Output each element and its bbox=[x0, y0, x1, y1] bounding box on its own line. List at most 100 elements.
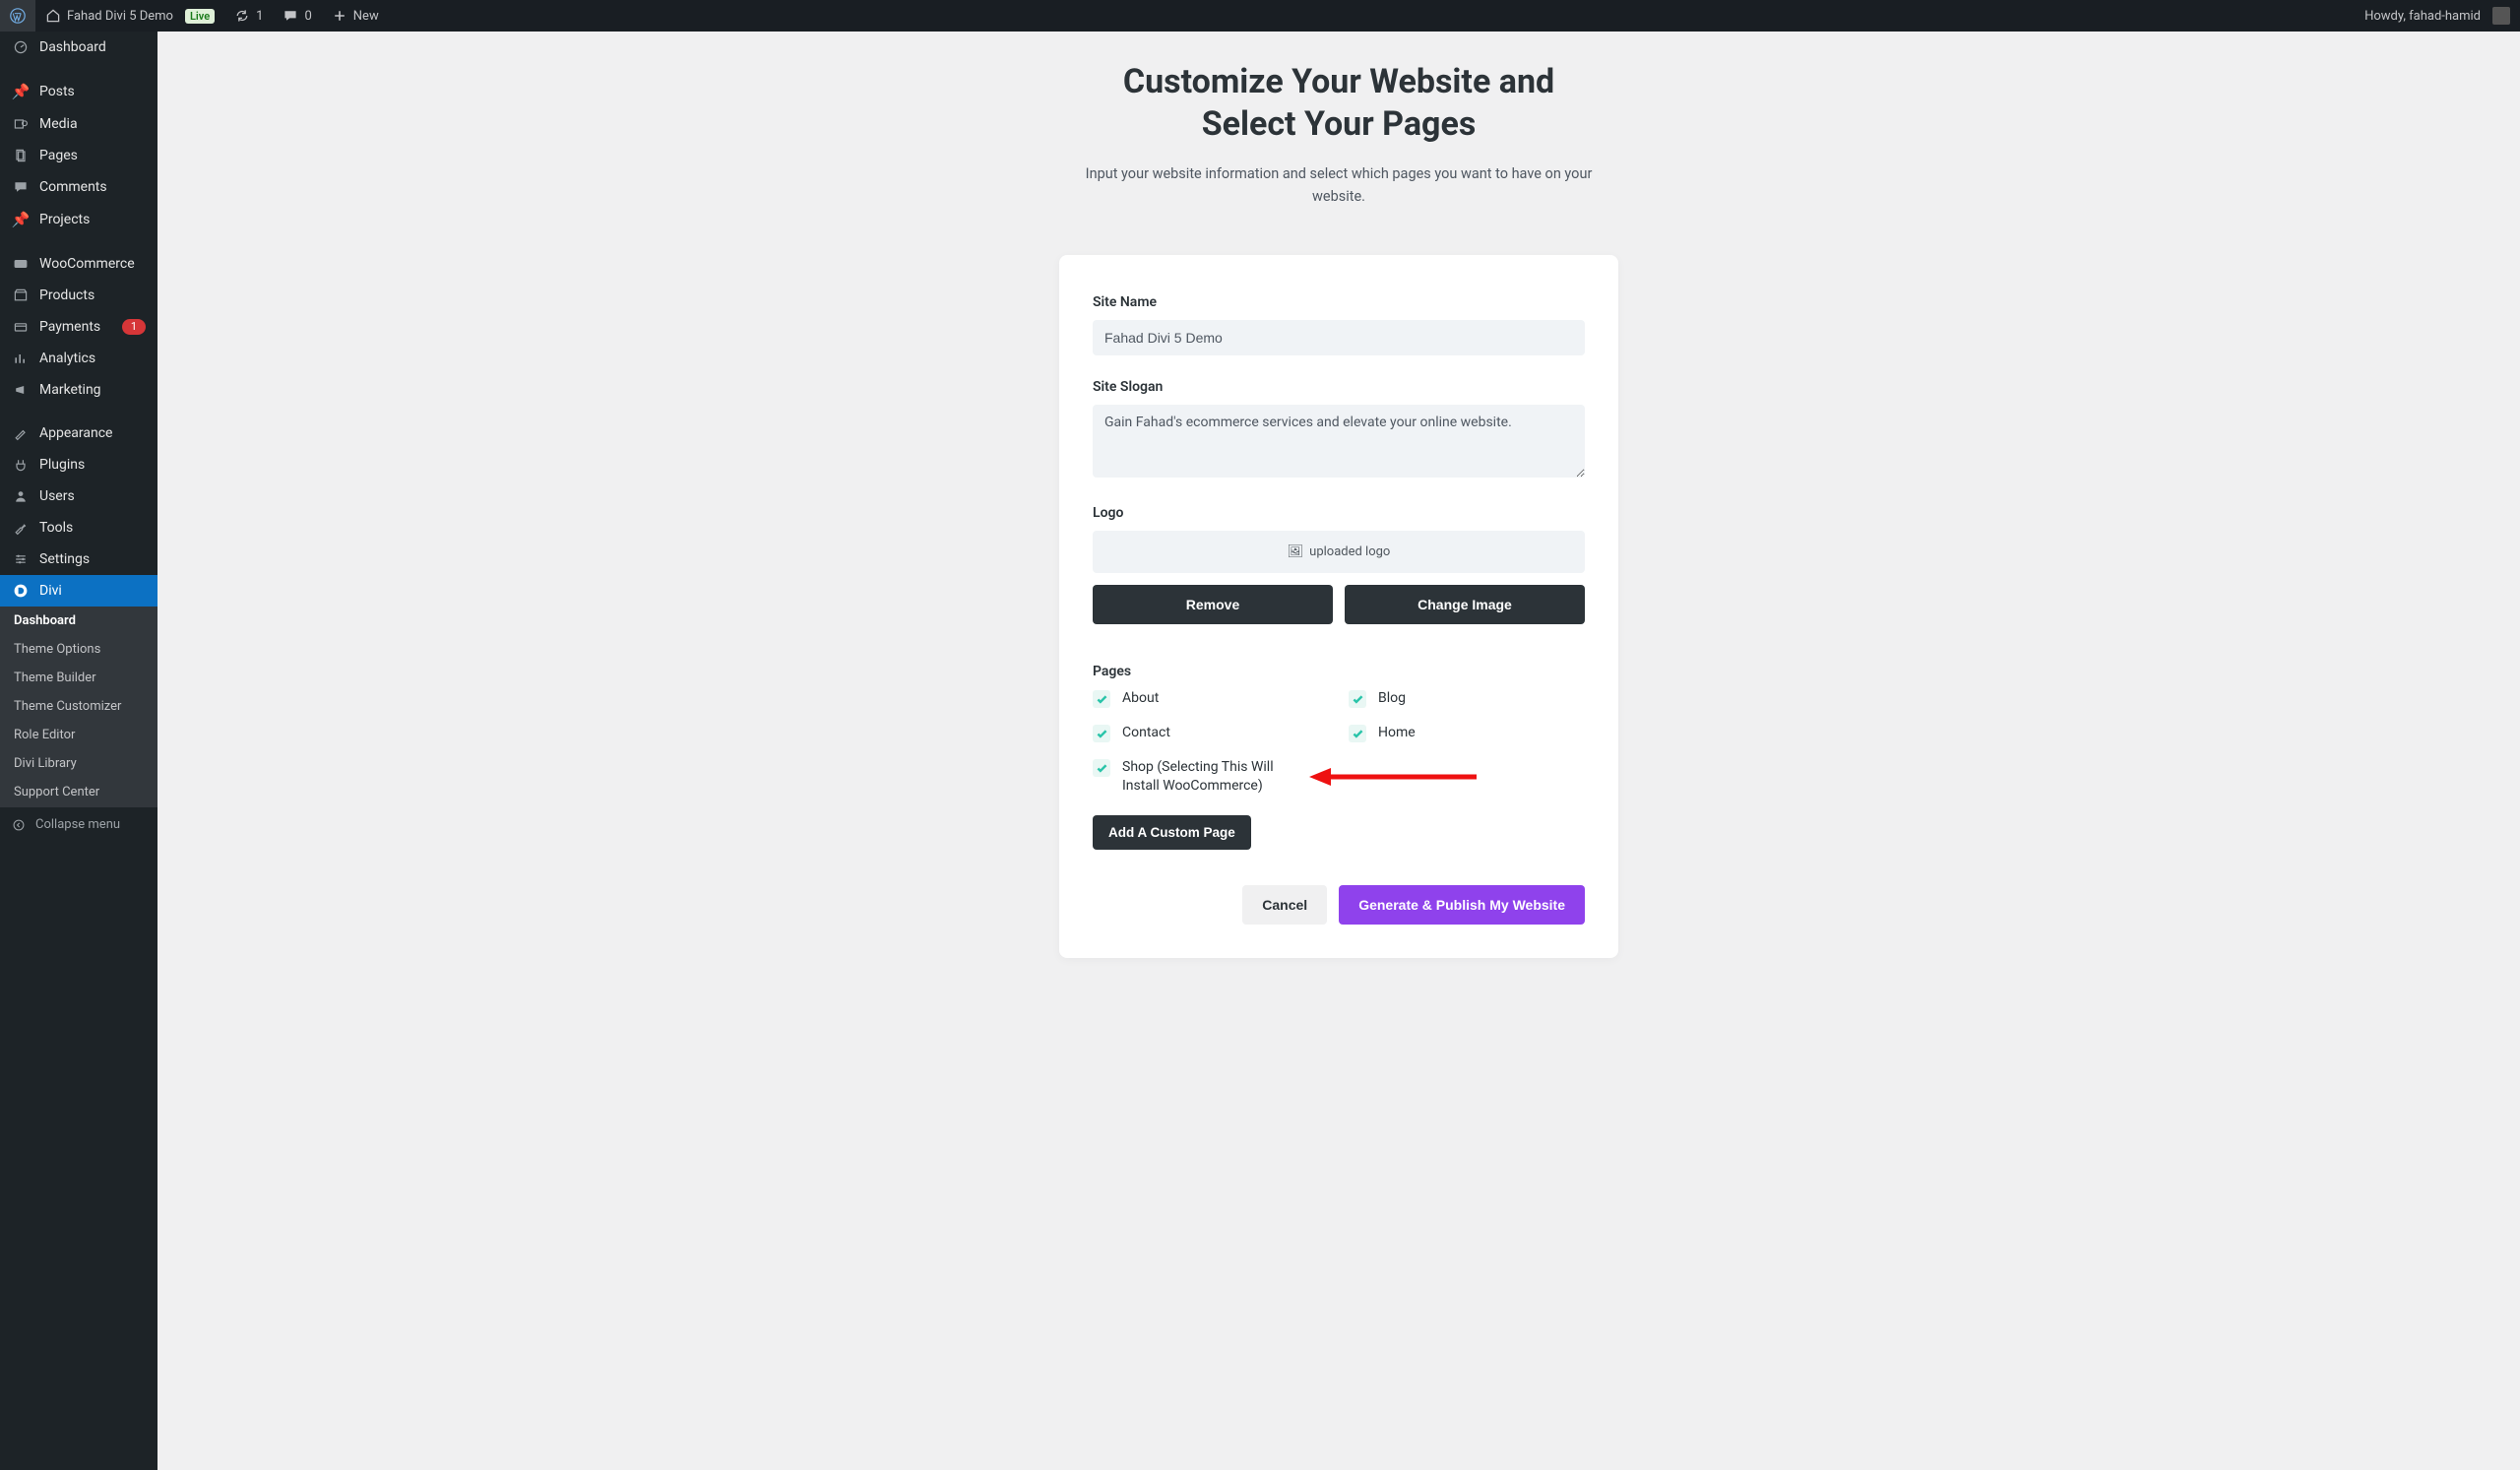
sidebar-item-label: Dashboard bbox=[39, 39, 146, 55]
customize-panel: Site Name Site Slogan Logo uploaded logo… bbox=[1059, 255, 1618, 958]
updates-menu[interactable]: 1 bbox=[224, 0, 273, 32]
site-name-label: Site Name bbox=[1093, 294, 1585, 310]
sidebar-item-posts[interactable]: 📌 Posts bbox=[0, 75, 158, 108]
comment-icon bbox=[12, 179, 30, 195]
page-option-contact[interactable]: Contact bbox=[1093, 724, 1329, 742]
sidebar-item-media[interactable]: Media bbox=[0, 108, 158, 140]
sidebar-item-plugins[interactable]: Plugins bbox=[0, 449, 158, 480]
pin-icon: 📌 bbox=[12, 83, 30, 100]
payments-icon bbox=[12, 319, 30, 335]
page-option-home[interactable]: Home bbox=[1349, 724, 1585, 742]
submenu-item-dashboard[interactable]: Dashboard bbox=[0, 607, 158, 635]
checkbox-icon[interactable] bbox=[1349, 725, 1366, 742]
page-option-about[interactable]: About bbox=[1093, 689, 1329, 708]
brush-icon bbox=[12, 425, 30, 441]
divi-icon bbox=[12, 583, 30, 599]
remove-logo-button[interactable]: Remove bbox=[1093, 585, 1333, 624]
plug-icon bbox=[12, 457, 30, 473]
page-option-label: Home bbox=[1378, 724, 1416, 742]
sidebar-item-label: Divi bbox=[39, 583, 146, 599]
submenu-item-theme-builder[interactable]: Theme Builder bbox=[0, 664, 158, 692]
wp-admin-bar: Fahad Divi 5 Demo Live 1 0 New Howdy, fa… bbox=[0, 0, 2520, 32]
sidebar-item-appearance[interactable]: Appearance bbox=[0, 417, 158, 449]
annotation-arrow-icon bbox=[1309, 762, 1477, 792]
sidebar-item-label: Pages bbox=[39, 148, 146, 163]
sliders-icon bbox=[12, 551, 30, 567]
sidebar-item-label: Projects bbox=[39, 212, 146, 227]
sidebar-item-label: Tools bbox=[39, 520, 146, 536]
sidebar-item-payments[interactable]: Payments 1 bbox=[0, 311, 158, 343]
submenu-item-divi-library[interactable]: Divi Library bbox=[0, 749, 158, 778]
wrench-icon bbox=[12, 520, 30, 536]
submenu-item-theme-options[interactable]: Theme Options bbox=[0, 635, 158, 664]
page-title: Customize Your Website and Select Your P… bbox=[1123, 61, 1554, 145]
sidebar-item-pages[interactable]: Pages bbox=[0, 140, 158, 171]
megaphone-icon bbox=[12, 382, 30, 398]
page-option-label: Shop (Selecting This Will Install WooCom… bbox=[1122, 758, 1280, 796]
collapse-menu-button[interactable]: Collapse menu bbox=[0, 806, 158, 842]
admin-sidebar: Dashboard 📌 Posts Media Pages Comments bbox=[0, 32, 158, 1470]
submenu-item-theme-customizer[interactable]: Theme Customizer bbox=[0, 692, 158, 721]
sidebar-item-label: Marketing bbox=[39, 382, 146, 398]
user-icon bbox=[12, 488, 30, 504]
archive-icon bbox=[12, 288, 30, 303]
new-content-menu[interactable]: New bbox=[322, 0, 389, 32]
sidebar-item-divi[interactable]: Divi bbox=[0, 575, 158, 607]
home-icon bbox=[45, 8, 61, 24]
comments-menu[interactable]: 0 bbox=[273, 0, 321, 32]
pages-grid: About Blog Contact Home Shop (Selecting … bbox=[1093, 689, 1585, 796]
site-name-menu[interactable]: Fahad Divi 5 Demo Live bbox=[35, 0, 224, 32]
page-option-shop[interactable]: Shop (Selecting This Will Install WooCom… bbox=[1093, 758, 1329, 796]
site-name-input[interactable] bbox=[1093, 320, 1585, 355]
pages-label: Pages bbox=[1093, 664, 1585, 679]
sidebar-item-label: Comments bbox=[39, 179, 146, 195]
sidebar-item-settings[interactable]: Settings bbox=[0, 543, 158, 575]
logo-preview[interactable]: uploaded logo bbox=[1093, 531, 1585, 573]
account-menu[interactable]: Howdy, fahad-hamid bbox=[2355, 0, 2520, 32]
collapse-label: Collapse menu bbox=[35, 817, 120, 832]
sidebar-item-label: Products bbox=[39, 288, 146, 303]
plus-icon bbox=[332, 8, 347, 24]
wp-logo-menu[interactable] bbox=[0, 0, 35, 32]
dashboard-icon bbox=[12, 39, 30, 55]
add-custom-page-button[interactable]: Add A Custom Page bbox=[1093, 815, 1251, 850]
sidebar-item-projects[interactable]: 📌 Projects bbox=[0, 203, 158, 236]
sidebar-item-label: Payments bbox=[39, 319, 112, 335]
page-option-blog[interactable]: Blog bbox=[1349, 689, 1585, 708]
pages-icon bbox=[12, 148, 30, 163]
sidebar-item-tools[interactable]: Tools bbox=[0, 512, 158, 543]
checkbox-icon[interactable] bbox=[1093, 725, 1110, 742]
checkbox-icon[interactable] bbox=[1093, 759, 1110, 777]
sidebar-item-label: Appearance bbox=[39, 425, 146, 441]
site-title: Fahad Divi 5 Demo bbox=[67, 9, 173, 24]
site-slogan-input[interactable] bbox=[1093, 405, 1585, 478]
divi-submenu: Dashboard Theme Options Theme Builder Th… bbox=[0, 607, 158, 806]
logo-label: Logo bbox=[1093, 505, 1585, 521]
sidebar-item-label: WooCommerce bbox=[39, 256, 146, 272]
sidebar-item-analytics[interactable]: Analytics bbox=[0, 343, 158, 374]
howdy-text: Howdy, fahad-hamid bbox=[2364, 9, 2481, 24]
checkbox-icon[interactable] bbox=[1093, 690, 1110, 708]
submenu-item-support-center[interactable]: Support Center bbox=[0, 778, 158, 806]
notification-badge: 1 bbox=[122, 319, 146, 335]
generate-publish-button[interactable]: Generate & Publish My Website bbox=[1339, 885, 1585, 925]
sidebar-item-woocommerce[interactable]: WooCommerce bbox=[0, 248, 158, 280]
sidebar-item-dashboard[interactable]: Dashboard bbox=[0, 32, 158, 63]
collapse-icon bbox=[12, 818, 26, 832]
checkbox-icon[interactable] bbox=[1349, 690, 1366, 708]
sidebar-item-label: Plugins bbox=[39, 457, 146, 473]
live-status-badge: Live bbox=[185, 9, 215, 24]
sidebar-item-products[interactable]: Products bbox=[0, 280, 158, 311]
comments-count: 0 bbox=[304, 9, 311, 24]
sidebar-item-marketing[interactable]: Marketing bbox=[0, 374, 158, 406]
cancel-button[interactable]: Cancel bbox=[1242, 885, 1327, 925]
sidebar-item-users[interactable]: Users bbox=[0, 480, 158, 512]
analytics-icon bbox=[12, 351, 30, 366]
sidebar-item-comments[interactable]: Comments bbox=[0, 171, 158, 203]
updates-count: 1 bbox=[256, 9, 263, 24]
page-option-label: About bbox=[1122, 689, 1159, 708]
pin-icon: 📌 bbox=[12, 211, 30, 228]
new-label: New bbox=[353, 9, 379, 24]
submenu-item-role-editor[interactable]: Role Editor bbox=[0, 721, 158, 749]
change-image-button[interactable]: Change Image bbox=[1345, 585, 1585, 624]
